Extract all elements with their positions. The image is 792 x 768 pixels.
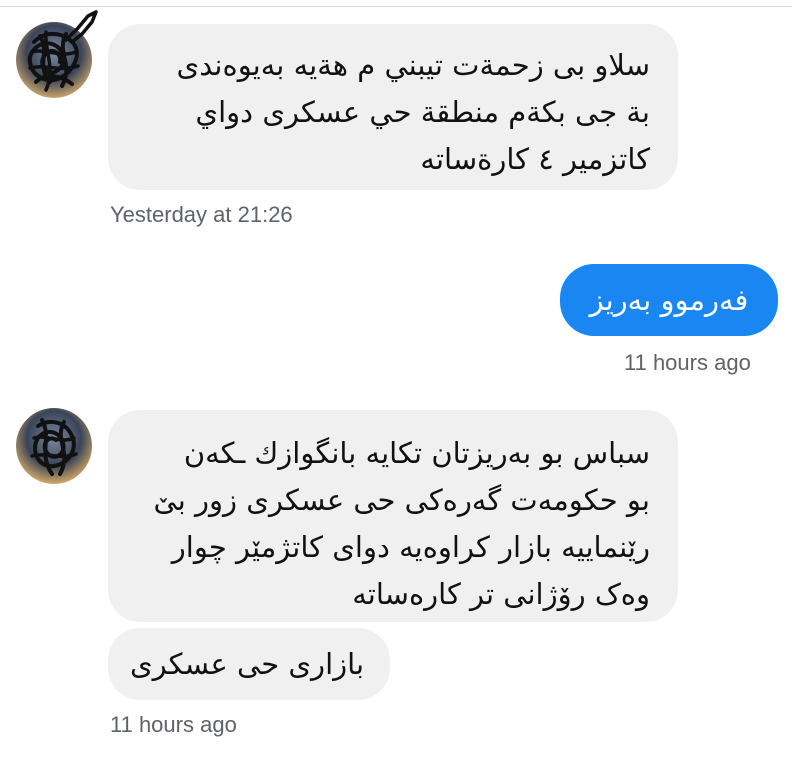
message-line: بو حكومەت گەرەكی حی عسكرى زور بێ xyxy=(153,483,650,517)
incoming-message-bubble[interactable]: بازارى حى عسكرى xyxy=(108,628,390,700)
top-divider xyxy=(0,0,792,7)
message-line: وەک رۆژانی تر كارەساتە xyxy=(352,577,650,611)
incoming-message-bubble[interactable]: سباس بو بەريزتان تكايه بانگوازك ـكەن بو … xyxy=(108,410,678,622)
message-line: سباس بو بەريزتان تكايه بانگوازك ـكەن xyxy=(183,436,650,470)
scribble-mark-icon xyxy=(64,10,98,44)
message-text: فەرموو بەريز xyxy=(589,283,749,317)
outgoing-message-bubble[interactable]: فەرموو بەريز xyxy=(560,264,778,336)
message-line: رێنماييه بازار كراوەيه دواى كاتژمێر چوار xyxy=(171,530,650,564)
incoming-message-bubble[interactable]: سلاو بی زحمةت تيبني م هةيە بەيوەندى بة ج… xyxy=(108,24,678,190)
contact-avatar[interactable] xyxy=(16,408,92,484)
message-timestamp: 11 hours ago xyxy=(624,350,751,375)
message-line: بة جى بكةم منطقة حي عسكرى دواي xyxy=(195,95,650,129)
message-line: كاتزمير ٤ كارةساته xyxy=(420,142,650,176)
message-text: بازارى حى عسكرى xyxy=(129,647,365,681)
scribbled-avatar-icon xyxy=(16,408,92,484)
message-timestamp: 11 hours ago xyxy=(110,712,237,737)
message-timestamp: Yesterday at 21:26 xyxy=(110,202,293,227)
message-line: سلاو بی زحمةت تيبني م هةيە بەيوەندى xyxy=(176,48,650,82)
